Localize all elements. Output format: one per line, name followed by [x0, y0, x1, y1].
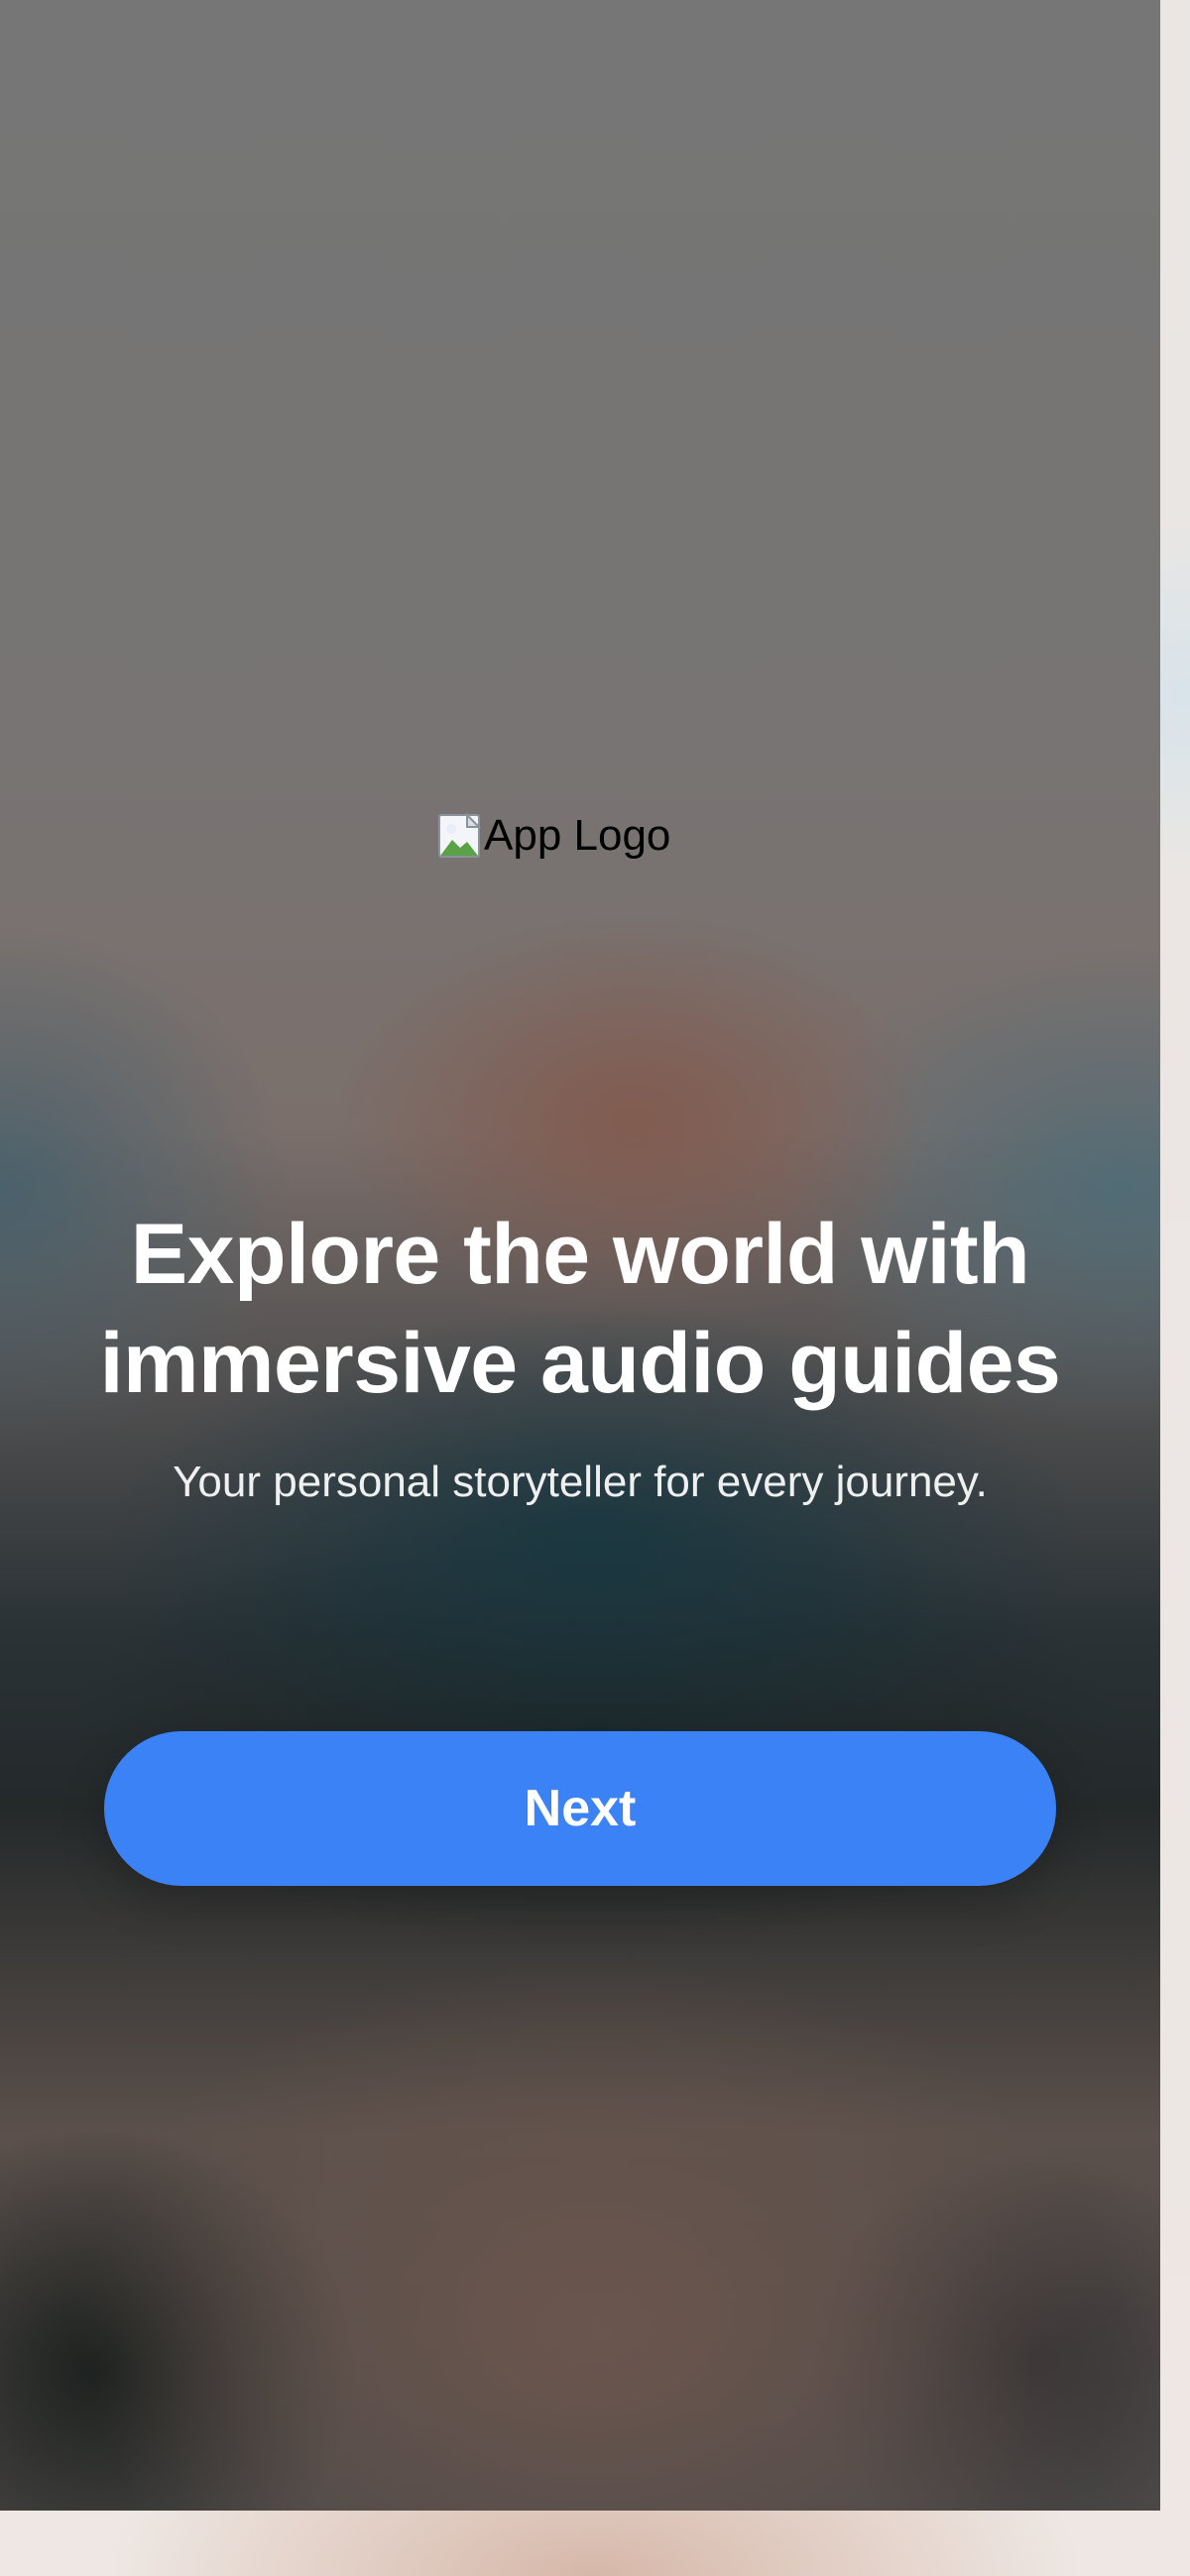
onboarding-screen: App Logo Explore the world with immersiv… — [0, 0, 1160, 2511]
app-logo-alt-text: App Logo — [484, 811, 671, 860]
app-logo: App Logo — [436, 813, 670, 859]
onboarding-title: Explore the world with immersive audio g… — [99, 1207, 1061, 1411]
onboarding-subtitle: Your personal storyteller for every jour… — [173, 1458, 988, 1506]
broken-image-icon — [438, 813, 482, 858]
next-button[interactable]: Next — [104, 1731, 1056, 1886]
